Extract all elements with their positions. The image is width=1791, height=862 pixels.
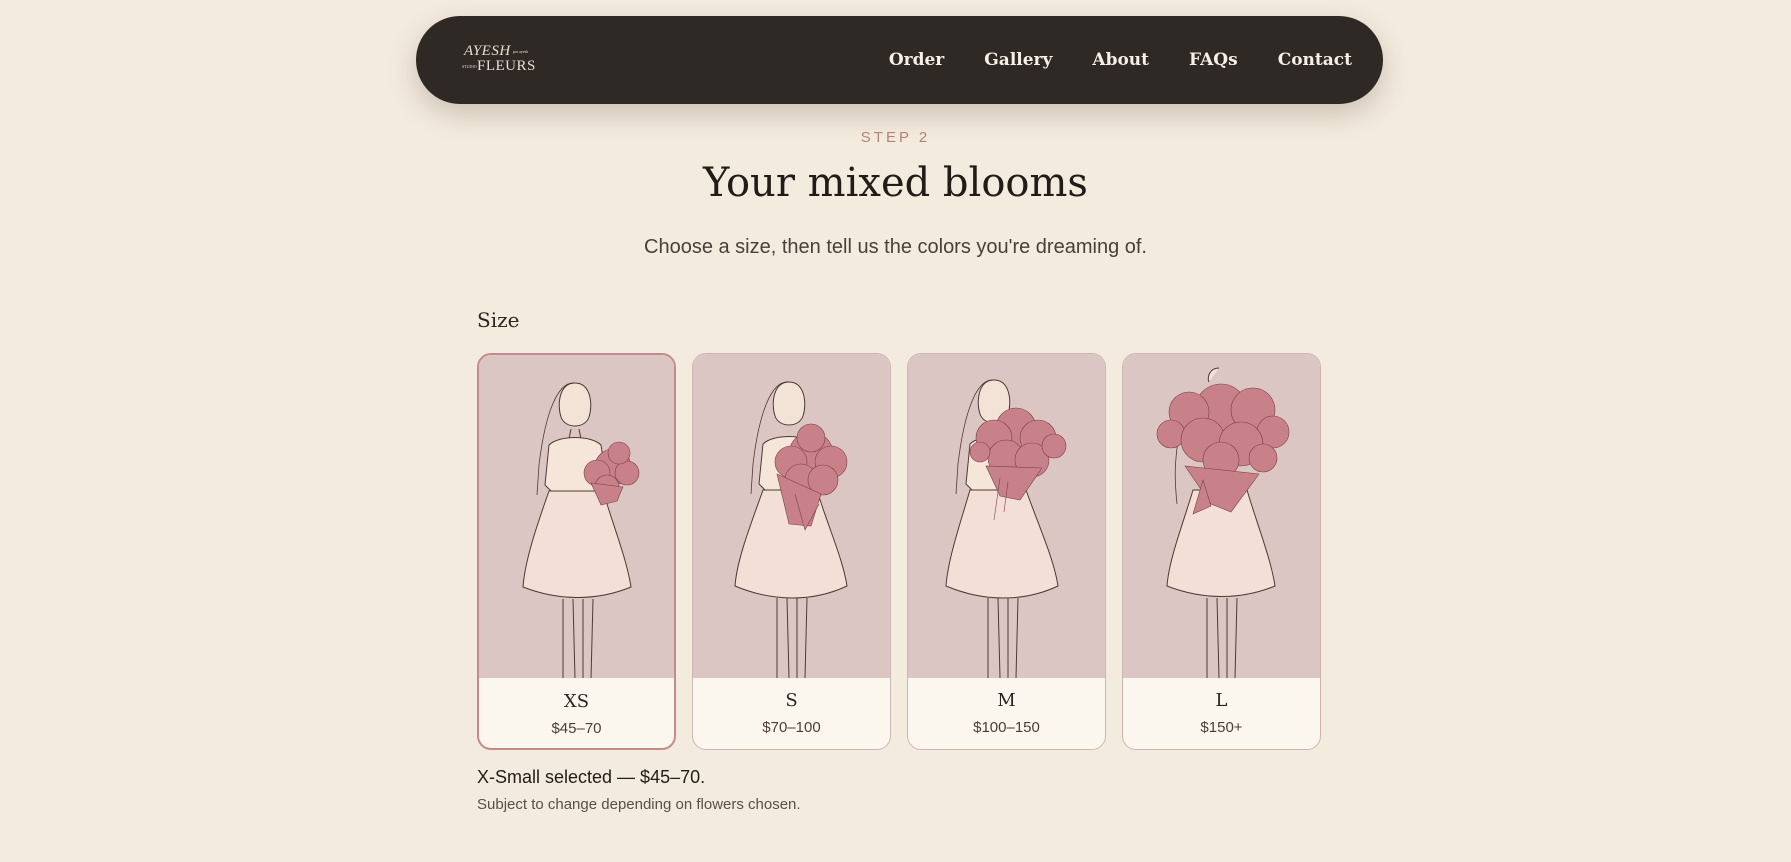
size-section-label: Size (477, 308, 520, 332)
nav-link-gallery[interactable]: Gallery (984, 50, 1052, 70)
size-card-price: $150+ (1200, 719, 1243, 736)
bouquet-illustration-m (945, 379, 1067, 678)
top-navigation: AYESH par ayesh STUDIO FLEURS Order Gall… (416, 16, 1383, 104)
size-card-price: $45–70 (551, 720, 602, 737)
size-card-price: $70–100 (762, 719, 821, 736)
nav-link-contact[interactable]: Contact (1278, 50, 1352, 70)
brand-logo-small1: par ayesh (513, 49, 529, 54)
size-card-name: S (785, 690, 798, 711)
bouquet-illustration-s (734, 381, 848, 678)
page-title: Your mixed blooms (703, 160, 1088, 206)
size-card-s[interactable]: S $70–100 (692, 353, 891, 750)
size-card-name: M (997, 690, 1016, 711)
bouquet-illustration-xs (522, 382, 640, 678)
step-label: STEP 2 (860, 129, 931, 146)
brand-logo[interactable]: AYESH par ayesh STUDIO FLEURS (462, 43, 536, 77)
nav-link-about[interactable]: About (1092, 50, 1149, 70)
size-s-illustration (693, 354, 890, 678)
brand-logo-line2: FLEURS (477, 58, 536, 74)
size-card-xs[interactable]: XS $45–70 (477, 353, 676, 750)
size-card-l[interactable]: L $150+ (1122, 353, 1321, 750)
size-l-illustration (1123, 354, 1320, 678)
size-card-name: XS (563, 691, 590, 712)
size-card-m[interactable]: M $100–150 (907, 353, 1106, 750)
nav-link-faqs[interactable]: FAQs (1189, 50, 1238, 70)
brand-logo-small2: STUDIO (462, 64, 477, 69)
size-card-price: $100–150 (973, 719, 1040, 736)
size-xs-illustration (479, 355, 674, 678)
nav-link-order[interactable]: Order (889, 50, 944, 70)
size-options: XS $45–70 S $70–100 M $100–150 L $150+ (477, 353, 1322, 750)
nav-menu: Order Gallery About FAQs Contact (889, 16, 1352, 104)
size-m-illustration (908, 354, 1105, 678)
selected-size-summary: X-Small selected — $45–70. (477, 767, 706, 787)
page-subtitle: Choose a size, then tell us the colors y… (644, 236, 1147, 258)
price-disclaimer: Subject to change depending on flowers c… (477, 796, 801, 813)
size-card-name: L (1215, 690, 1228, 711)
bouquet-illustration-l (1156, 367, 1290, 678)
